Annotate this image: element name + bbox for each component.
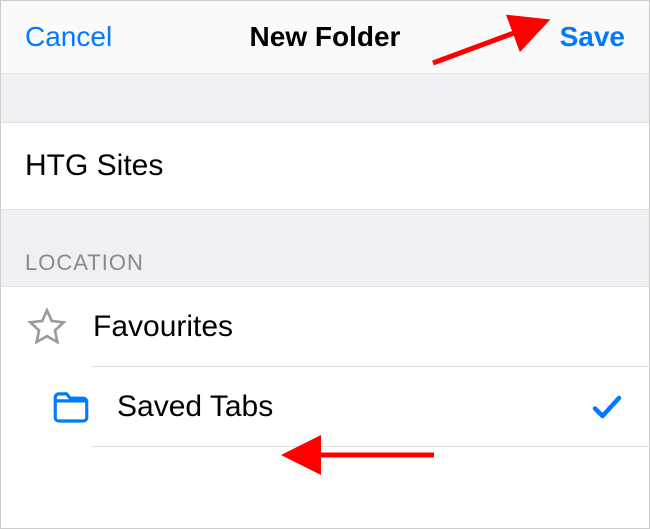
folder-icon	[49, 385, 93, 429]
location-row-favourites[interactable]: Favourites	[1, 286, 649, 367]
star-icon	[25, 305, 69, 349]
location-section-header: LOCATION	[1, 210, 649, 286]
location-label: Saved Tabs	[117, 390, 589, 424]
page-title: New Folder	[250, 21, 401, 53]
folder-name-row[interactable]	[1, 122, 649, 210]
save-button[interactable]: Save	[560, 21, 625, 53]
header: Cancel New Folder Save	[1, 1, 649, 74]
folder-name-input[interactable]	[25, 149, 625, 183]
checkmark-icon	[589, 389, 625, 425]
cancel-button[interactable]: Cancel	[25, 21, 112, 53]
location-label: Favourites	[93, 310, 625, 344]
divider	[91, 446, 649, 447]
location-row-saved-tabs[interactable]: Saved Tabs	[1, 367, 649, 447]
section-gap	[1, 74, 649, 122]
